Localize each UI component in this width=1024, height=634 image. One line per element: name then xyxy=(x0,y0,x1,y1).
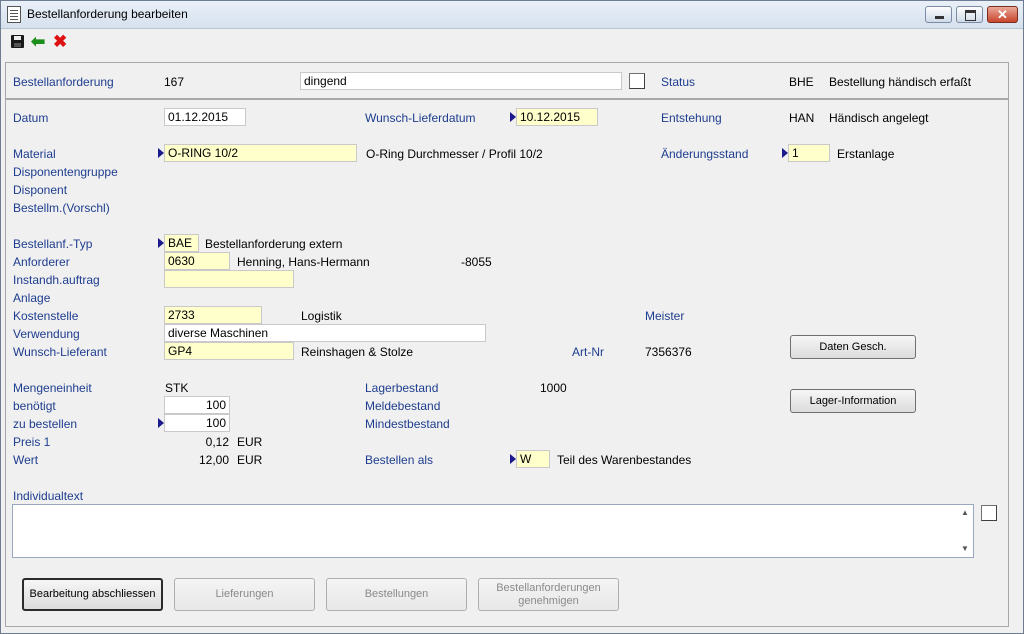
bestellanf-typ-label: Bestellanf.-Typ xyxy=(13,237,93,251)
bestellen-als-field[interactable]: W xyxy=(516,450,550,468)
entstehung-text: Händisch angelegt xyxy=(829,111,929,125)
lagerbestand-value: 1000 xyxy=(540,381,567,395)
close-icon: ✕ xyxy=(997,7,1008,22)
kostenstelle-label: Kostenstelle xyxy=(13,309,79,323)
benoetigt-label: benötigt xyxy=(13,399,56,413)
textarea-scrollbar[interactable]: ▲ ▼ xyxy=(957,505,973,557)
anforderer-phone: -8055 xyxy=(461,255,492,269)
anforderer-label: Anforderer xyxy=(13,255,70,269)
genehmigen-line-2: genehmigen xyxy=(518,595,579,607)
instandh-auftrag-label: Instandh.auftrag xyxy=(13,273,100,287)
art-nr-label: Art-Nr xyxy=(572,345,604,359)
material-field[interactable]: O-RING 10/2 xyxy=(164,144,357,162)
bestellanforderung-value: 167 xyxy=(164,75,185,89)
title-bar: Bestellanforderung bearbeiten ✕ xyxy=(1,1,1023,29)
scroll-up-icon[interactable]: ▲ xyxy=(957,505,973,521)
preis-value: 0,12 xyxy=(205,435,229,449)
bestellanf-typ-text: Bestellanforderung extern xyxy=(205,237,343,251)
lager-information-button[interactable]: Lager-Information xyxy=(790,389,916,413)
scroll-down-icon[interactable]: ▼ xyxy=(957,541,973,557)
bearbeitung-abschliessen-button[interactable]: Bearbeitung abschliessen xyxy=(22,578,163,611)
status-text: Bestellung händisch erfaßt xyxy=(829,75,972,89)
back-arrow-icon[interactable]: ⬅ xyxy=(31,33,49,51)
minimize-button[interactable] xyxy=(925,6,952,23)
datum-label: Datum xyxy=(13,111,49,125)
wunsch-lieferant-name: Reinshagen & Stolze xyxy=(301,345,414,359)
bestellanforderung-label: Bestellanforderung xyxy=(13,75,114,89)
wunsch-lieferdatum-field[interactable]: 10.12.2015 xyxy=(516,108,598,126)
material-label: Material xyxy=(13,147,56,161)
mindestbestand-label: Mindestbestand xyxy=(365,417,450,431)
datum-field[interactable]: 01.12.2015 xyxy=(164,108,246,126)
bestellanf-typ-field[interactable]: BAE xyxy=(164,234,199,252)
entstehung-label: Entstehung xyxy=(661,111,722,125)
verwendung-field[interactable]: diverse Maschinen xyxy=(164,324,486,342)
meister-label: Meister xyxy=(645,309,685,323)
material-description: O-Ring Durchmesser / Profil 10/2 xyxy=(366,147,543,161)
main-window: Bestellanforderung bearbeiten ✕ ⬅ ✖ Best… xyxy=(0,0,1024,634)
zu-bestellen-field[interactable]: 100 xyxy=(164,414,230,432)
benoetigt-field[interactable]: 100 xyxy=(164,396,230,414)
bestellm-vorschl-label: Bestellm.(Vorschl) xyxy=(13,201,110,215)
kostenstelle-field[interactable]: 2733 xyxy=(164,306,262,324)
mengeneinheit-label: Mengeneinheit xyxy=(13,381,92,395)
preis-label: Preis 1 xyxy=(13,435,51,449)
wert-label: Wert xyxy=(13,453,39,467)
anlage-label: Anlage xyxy=(13,291,51,305)
preis-currency: EUR xyxy=(237,435,263,449)
wunsch-lieferant-label: Wunsch-Lieferant xyxy=(13,345,107,359)
individualtext-label: Individualtext xyxy=(13,489,84,503)
genehmigen-line-1: Bestellanforderungen xyxy=(496,582,601,594)
close-window-button[interactable]: ✕ xyxy=(987,6,1018,23)
daten-gesch-button[interactable]: Daten Gesch. xyxy=(790,335,916,359)
maximize-button[interactable] xyxy=(956,6,983,23)
toolbar: ⬅ ✖ xyxy=(1,29,1023,55)
individualtext-lookup-button[interactable] xyxy=(981,505,997,521)
bestellungen-button[interactable]: Bestellungen xyxy=(326,578,467,611)
zu-bestellen-label: zu bestellen xyxy=(13,417,78,431)
instandh-auftrag-field[interactable] xyxy=(164,270,294,288)
disponent-label: Disponent xyxy=(13,183,68,197)
art-nr-value: 7356376 xyxy=(645,345,692,359)
entstehung-code: HAN xyxy=(789,111,815,125)
anforderer-name: Henning, Hans-Hermann xyxy=(237,255,370,269)
save-icon[interactable] xyxy=(9,33,27,51)
lagerbestand-label: Lagerbestand xyxy=(365,381,439,395)
bestellen-als-label: Bestellen als xyxy=(365,453,434,467)
verwendung-label: Verwendung xyxy=(13,327,80,341)
disponentengruppe-label: Disponentengruppe xyxy=(13,165,118,179)
mengeneinheit-value: STK xyxy=(165,381,189,395)
header-text-field[interactable]: dingend xyxy=(300,72,622,90)
meldebestand-label: Meldebestand xyxy=(365,399,441,413)
cancel-icon[interactable]: ✖ xyxy=(53,33,71,51)
anforderer-field[interactable]: 0630 xyxy=(164,252,230,270)
lookup-button[interactable] xyxy=(629,73,645,89)
bestellen-als-text: Teil des Warenbestandes xyxy=(557,453,692,467)
kostenstelle-text: Logistik xyxy=(301,309,342,323)
aenderungsstand-text: Erstanlage xyxy=(837,147,895,161)
status-code: BHE xyxy=(789,75,814,89)
status-label: Status xyxy=(661,75,696,89)
wunsch-lieferant-field[interactable]: GP4 xyxy=(164,342,294,360)
aenderungsstand-label: Änderungsstand xyxy=(661,147,749,161)
wert-currency: EUR xyxy=(237,453,263,467)
wunsch-lieferdatum-label: Wunsch-Lieferdatum xyxy=(365,111,476,125)
wert-value: 12,00 xyxy=(198,453,229,467)
aenderungsstand-field[interactable]: 1 xyxy=(788,144,830,162)
document-icon xyxy=(7,6,21,23)
individualtext-textarea[interactable]: ▲ ▼ xyxy=(12,504,974,558)
window-title: Bestellanforderung bearbeiten xyxy=(27,7,188,21)
bestellanforderungen-genehmigen-button[interactable]: Bestellanforderungen genehmigen xyxy=(478,578,619,611)
lieferungen-button[interactable]: Lieferungen xyxy=(174,578,315,611)
